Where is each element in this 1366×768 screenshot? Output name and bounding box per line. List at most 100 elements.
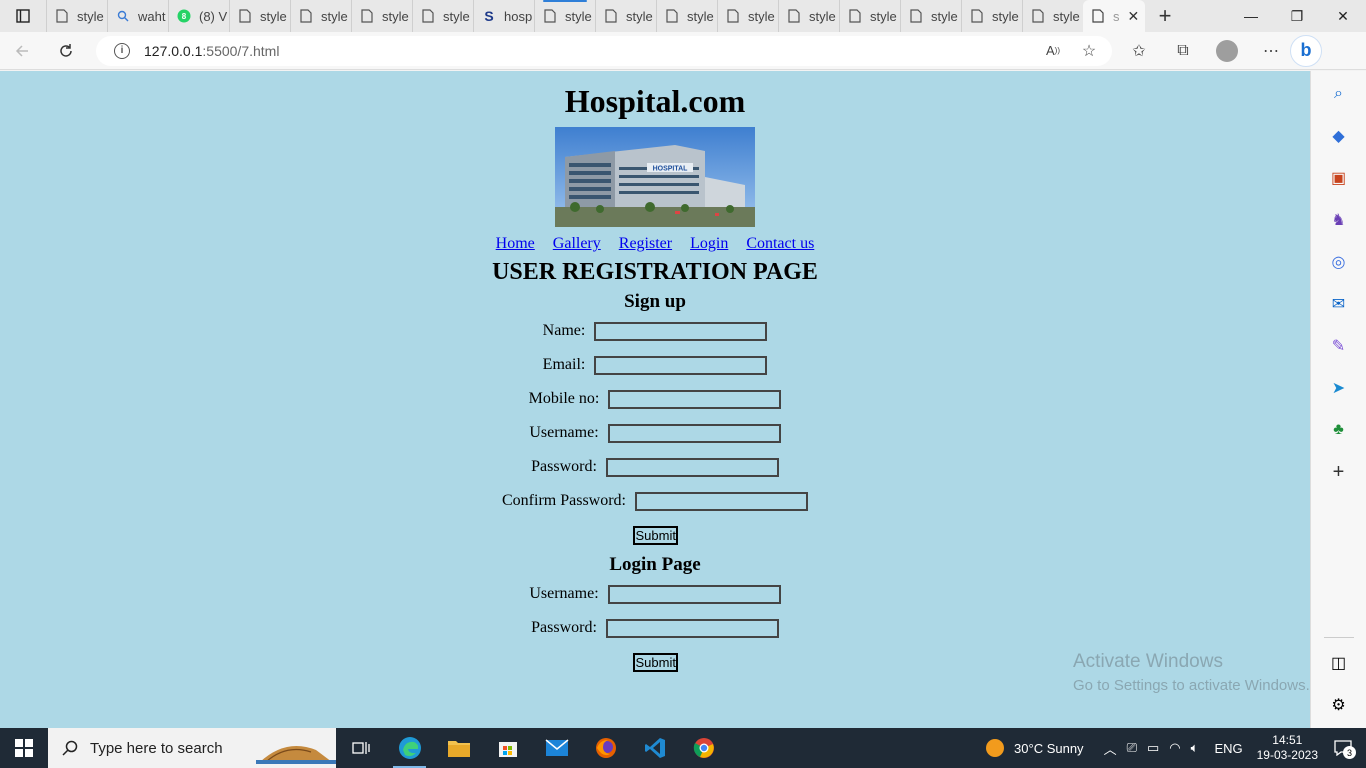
file-explorer-button[interactable] [434,728,483,768]
weather-text[interactable]: 30°C Sunny [1014,741,1084,756]
activate-windows-watermark: Activate Windows Go to Settings to activ… [1073,651,1310,694]
tab-11[interactable]: style [656,0,717,32]
store-button[interactable] [483,728,532,768]
tab-14[interactable]: style [839,0,900,32]
notifications-button[interactable]: 3 [1328,733,1358,763]
sidebar-divider [1323,637,1354,638]
windows-taskbar: Type here to search 30°C Sunny ︿ ⎚ ▭ ◠ 🔈… [0,728,1366,768]
page-heading: USER REGISTRATION PAGE [492,259,818,285]
mobile-input[interactable] [608,389,782,409]
tab-9[interactable]: style [534,0,595,32]
bing-chat-icon[interactable]: b [1290,34,1322,67]
task-view-button[interactable] [336,728,385,768]
search-icon[interactable]: ⌕ [1328,83,1350,105]
site-info-icon[interactable]: i [114,42,130,59]
tab-title: style [809,8,836,24]
tab-5[interactable]: style [290,0,351,32]
close-tab-icon[interactable]: ✕ [1128,8,1140,25]
nav-contact-link[interactable]: Contact us [746,235,814,252]
language-indicator[interactable]: ENG [1214,741,1242,756]
volume-icon[interactable]: 🔈︎ [1191,740,1199,756]
chrome-button[interactable] [679,728,728,768]
more-menu-icon[interactable]: ⋯ [1260,40,1282,62]
settings-gear-icon[interactable]: ⚙ [1328,694,1350,716]
search-icon [62,740,78,756]
search-icon [116,9,130,23]
add-sidebar-app-icon[interactable]: + [1328,461,1350,483]
minimize-button[interactable]: — [1228,0,1274,32]
tab-title: style [870,8,897,24]
tab-10[interactable]: style [595,0,656,32]
firefox-button[interactable] [581,728,630,768]
tab-3[interactable]: 8 (8) V [168,0,229,32]
tab-8[interactable]: Shosp [473,0,534,32]
confirm-password-input[interactable] [635,491,808,511]
taskbar-search[interactable]: Type here to search [48,728,336,768]
mail-button[interactable] [532,728,581,768]
battery-icon[interactable]: ▭ [1147,740,1159,756]
new-tab-button[interactable]: + [1145,0,1185,32]
tab-7[interactable]: style [412,0,473,32]
nav-gallery-link[interactable]: Gallery [553,235,601,252]
refresh-button[interactable] [44,32,88,70]
page-icon [299,9,313,23]
tab-15[interactable]: style [900,0,961,32]
meet-now-icon[interactable]: ⎚ [1127,740,1137,756]
tab-active[interactable]: s ✕ [1083,0,1145,32]
tab-16[interactable]: style [961,0,1022,32]
url-path: :5500/7.html [202,42,280,59]
name-input[interactable] [594,321,768,341]
login-password-input[interactable] [605,618,779,638]
tools-icon[interactable]: ▣ [1328,167,1350,189]
favorites-icon[interactable]: ✩ [1128,40,1150,62]
form-row-confirm-password: Confirm Password: [0,484,1310,518]
collections-icon[interactable]: ⧉ [1172,40,1194,62]
tab-2[interactable]: waht [107,0,168,32]
send-icon[interactable]: ➤ [1328,377,1350,399]
weather-sun-icon[interactable] [986,739,1005,757]
tab-12[interactable]: style [717,0,778,32]
clock[interactable]: 14:51 19-03-2023 [1257,733,1318,763]
nav-login-link[interactable]: Login [690,235,728,252]
close-window-button[interactable]: ✕ [1320,0,1366,32]
designer-icon[interactable]: ✎ [1328,335,1350,357]
microsoft-365-icon[interactable]: ◎ [1328,251,1350,273]
outlook-icon[interactable]: ✉ [1328,293,1350,315]
tab-title: style [443,8,470,24]
games-icon[interactable]: ♞ [1328,209,1350,231]
username-input[interactable] [607,423,781,443]
vscode-button[interactable] [630,728,679,768]
email-input[interactable] [594,355,768,375]
nav-register-link[interactable]: Register [619,235,672,252]
page-icon [787,9,801,23]
login-username-input[interactable] [607,584,781,604]
back-button[interactable] [0,32,44,70]
restore-button[interactable]: ❐ [1274,0,1320,32]
tab-actions-button[interactable] [0,0,46,32]
profile-avatar[interactable] [1216,39,1238,62]
form-row-username: Username: [0,416,1310,450]
tab-6[interactable]: style [351,0,412,32]
tree-icon[interactable]: ♣ [1328,419,1350,441]
nav-home-link[interactable]: Home [496,235,535,252]
show-hidden-icons-icon[interactable]: ︿ [1104,739,1117,758]
page-icon [604,9,618,23]
tab-4[interactable]: style [229,0,290,32]
address-bar[interactable]: i 127.0.0.1:5500/7.html A)) ☆ [96,35,1112,66]
shopping-icon[interactable]: ◆ [1328,125,1350,147]
login-submit-button[interactable]: Submit [632,652,678,672]
start-button[interactable] [0,728,48,768]
password-input[interactable] [605,457,779,477]
hide-sidebar-icon[interactable]: ◫ [1328,652,1350,674]
tab-13[interactable]: style [778,0,839,32]
tab-1[interactable]: style [46,0,107,32]
network-icon[interactable]: ◠ [1169,740,1180,756]
read-aloud-icon[interactable]: A)) [1042,40,1064,62]
edge-taskbar-button[interactable] [385,728,434,768]
add-favorite-icon[interactable]: ☆ [1078,40,1100,62]
tab-17[interactable]: style [1022,0,1083,32]
tab-title: style [748,8,775,24]
folder-icon [447,741,470,757]
signup-submit-button[interactable]: Submit [632,525,678,545]
tab-strip: style waht 8 (8) Vstyle style style style Shosp… [0,0,1366,32]
